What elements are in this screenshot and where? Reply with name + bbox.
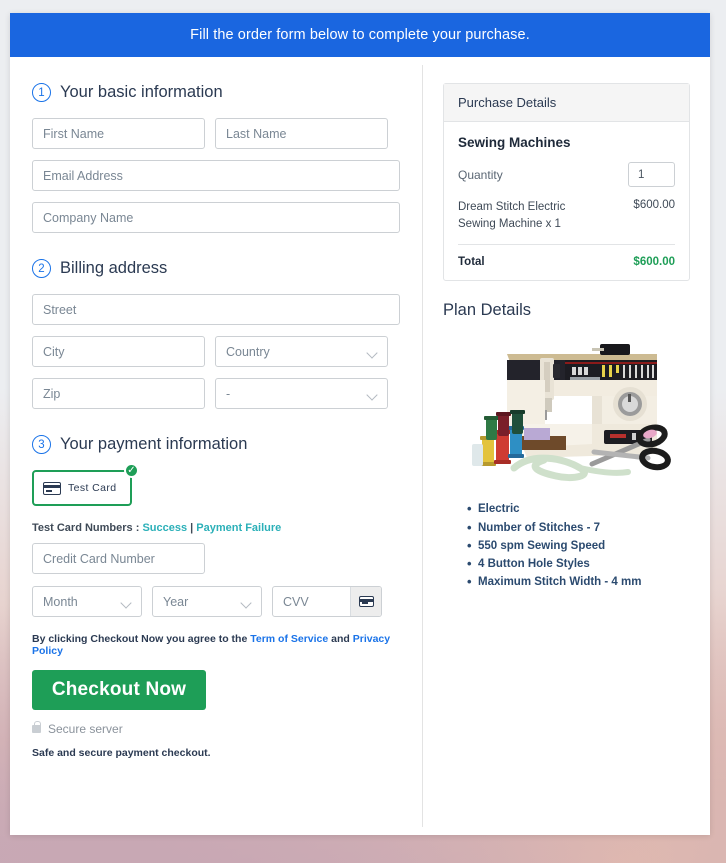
- list-item: Number of Stitches - 7: [467, 517, 690, 538]
- terms-of-service-link[interactable]: Term of Service: [250, 633, 328, 645]
- step-number-3: 3: [32, 435, 51, 454]
- form-column: 1 Your basic information First Name Last…: [10, 57, 422, 835]
- total-label: Total: [458, 256, 485, 269]
- section-title-basic-information: Your basic information: [60, 83, 223, 101]
- checkout-now-button[interactable]: Checkout Now: [32, 670, 206, 710]
- secure-server-row: Secure server: [32, 721, 400, 736]
- test-card-failure-link[interactable]: Payment Failure: [196, 522, 281, 534]
- line-item-name: Dream Stitch Electric Sewing Machine x 1: [458, 201, 566, 230]
- step-number-1: 1: [32, 83, 51, 102]
- terms-text: By clicking Checkout Now you agree to th…: [32, 633, 400, 657]
- page-root: Fill the order form below to complete yo…: [0, 0, 726, 863]
- test-card-numbers-row: Test Card Numbers : Success | Payment Fa…: [32, 522, 400, 534]
- sewing-machine-photo: [452, 332, 682, 482]
- purchase-details-header: Purchase Details: [444, 84, 689, 122]
- list-item: 550 spm Sewing Speed: [467, 536, 690, 557]
- city-country-row: City Country: [32, 336, 400, 367]
- lock-icon: [32, 721, 41, 733]
- section-header-basic-information: 1 Your basic information: [32, 83, 400, 102]
- section-title-billing-address: Billing address: [60, 259, 168, 277]
- expiry-month-select[interactable]: Month: [32, 586, 142, 617]
- street-row: Street: [32, 294, 400, 325]
- cvv-card-icon-box: [350, 587, 381, 616]
- street-input[interactable]: Street: [32, 294, 400, 325]
- list-item: 4 Button Hole Styles: [467, 554, 690, 575]
- last-name-input[interactable]: Last Name: [215, 118, 388, 149]
- link-separator: |: [190, 522, 194, 534]
- total-row: Total $600.00: [458, 245, 675, 268]
- email-input[interactable]: Email Address: [32, 160, 400, 191]
- summary-column: Purchase Details Sewing Machines Quantit…: [423, 57, 710, 835]
- test-card-numbers-label: Test Card Numbers :: [32, 522, 140, 534]
- section-title-payment-information: Your payment information: [60, 435, 248, 453]
- company-name-input[interactable]: Company Name: [32, 202, 400, 233]
- zip-input[interactable]: Zip: [32, 378, 205, 409]
- total-value: $600.00: [633, 256, 675, 269]
- check-circle-icon: ✓: [124, 463, 139, 478]
- quantity-input[interactable]: 1: [628, 162, 675, 187]
- expiry-year-select[interactable]: Year: [152, 586, 262, 617]
- terms-prefix: By clicking Checkout Now you agree to th…: [32, 633, 251, 645]
- checkout-card: Fill the order form below to complete yo…: [10, 13, 710, 835]
- credit-card-row: Credit Card Number: [32, 543, 400, 574]
- state-select[interactable]: -: [215, 378, 388, 409]
- email-row: Email Address: [32, 160, 400, 191]
- payment-method-test-card[interactable]: Test Card: [32, 470, 132, 506]
- city-input[interactable]: City: [32, 336, 205, 367]
- list-item: Electric: [467, 499, 690, 520]
- page-banner: Fill the order form below to complete yo…: [10, 13, 710, 57]
- name-row: First Name Last Name: [32, 118, 400, 149]
- sewing-machine-illustration: [471, 344, 671, 482]
- step-number-2: 2: [32, 259, 51, 278]
- cvv-input[interactable]: CVV: [273, 595, 350, 609]
- credit-card-icon: [43, 481, 61, 495]
- quantity-row: Quantity 1: [458, 162, 675, 187]
- terms-middle: and: [328, 633, 353, 645]
- quantity-label: Quantity: [458, 167, 503, 182]
- credit-card-icon: [358, 596, 374, 607]
- banner-text: Fill the order form below to complete yo…: [190, 27, 530, 43]
- cvv-field-group[interactable]: CVV: [272, 586, 382, 617]
- list-item: Maximum Stitch Width - 4 mm: [467, 572, 690, 593]
- payment-method-tile-wrapper: Test Card ✓: [32, 463, 139, 506]
- credit-card-number-input[interactable]: Credit Card Number: [32, 543, 205, 574]
- section-header-payment-information: 3 Your payment information: [32, 435, 400, 454]
- card-body: 1 Your basic information First Name Last…: [10, 57, 710, 835]
- company-row: Company Name: [32, 202, 400, 233]
- secure-server-label: Secure server: [48, 722, 123, 736]
- zip-state-row: Zip -: [32, 378, 400, 409]
- expiry-cvv-row: Month Year CVV: [32, 586, 400, 617]
- first-name-input[interactable]: First Name: [32, 118, 205, 149]
- purchase-details-body: Sewing Machines Quantity 1 Dream Stitch …: [444, 122, 689, 280]
- plan-details-title: Plan Details: [443, 301, 532, 320]
- country-select[interactable]: Country: [215, 336, 388, 367]
- payment-method-label: Test Card: [68, 482, 117, 494]
- product-group-title: Sewing Machines: [458, 135, 571, 150]
- line-item-row: Dream Stitch Electric Sewing Machine x 1…: [458, 199, 675, 246]
- line-item-price: $600.00: [633, 199, 675, 211]
- purchase-details-panel: Purchase Details Sewing Machines Quantit…: [443, 83, 690, 282]
- plan-features-list: Electric Number of Stitches - 7 550 spm …: [467, 499, 690, 593]
- safe-checkout-note: Safe and secure payment checkout.: [32, 747, 211, 759]
- test-card-success-link[interactable]: Success: [142, 522, 187, 534]
- section-header-billing-address: 2 Billing address: [32, 259, 400, 278]
